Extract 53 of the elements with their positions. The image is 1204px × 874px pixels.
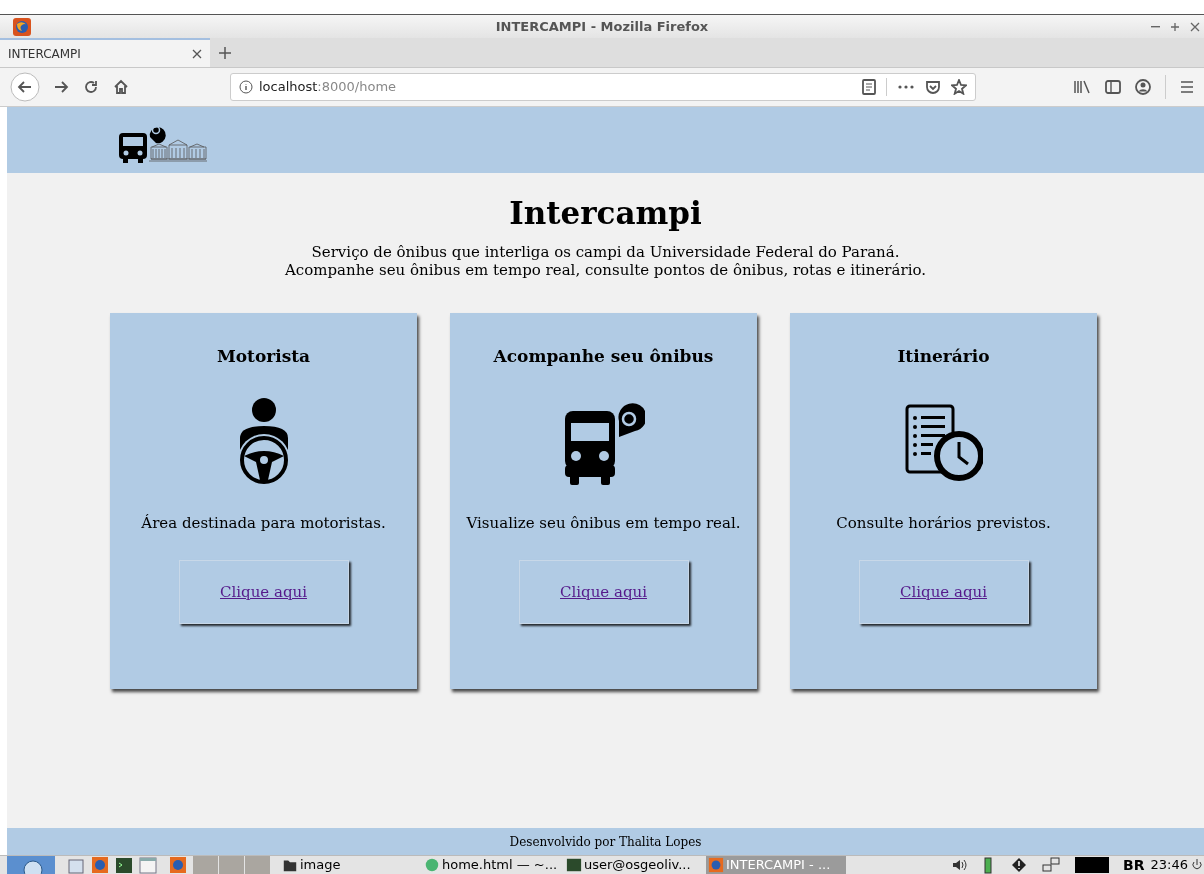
home-button[interactable]	[112, 78, 130, 96]
info-icon	[239, 80, 253, 94]
volume-icon	[951, 857, 970, 873]
tray-indicator	[1075, 857, 1110, 873]
bookmark-star-icon[interactable]	[951, 79, 967, 95]
close-button[interactable]	[1190, 21, 1200, 32]
taskbar-button[interactable]: user@osgeoliv...	[564, 856, 704, 874]
schedule-clock-icon	[904, 403, 983, 482]
reader-view-icon[interactable]	[862, 79, 876, 95]
page-heading: Intercampi	[508, 194, 703, 233]
card-description: Área destinada para motoristas.	[141, 512, 386, 534]
menu-icon[interactable]	[1180, 81, 1194, 93]
firefox-icon	[13, 17, 31, 36]
minimize-button[interactable]	[1151, 25, 1160, 28]
firefox-icon[interactable]	[91, 856, 109, 874]
back-button[interactable]	[10, 72, 40, 102]
warning-icon	[1011, 857, 1028, 873]
terminal-icon[interactable]	[115, 856, 133, 874]
card-link-button[interactable]: Clique aqui	[178, 560, 349, 624]
reload-button[interactable]	[82, 78, 100, 96]
firefox-icon	[708, 857, 724, 873]
taskbar-button[interactable]: image	[280, 856, 420, 874]
address-bar[interactable]: localhost:8000/home	[230, 73, 976, 101]
card-title: Itinerário	[897, 345, 990, 368]
more-icon[interactable]	[897, 84, 915, 90]
card-description: Consulte horários previstos.	[836, 512, 1051, 534]
account-icon[interactable]	[1135, 79, 1151, 95]
power-icon[interactable]	[1192, 858, 1202, 872]
tab-label: INTERCAMPI	[8, 45, 82, 63]
terminal-icon	[566, 857, 582, 873]
card-link-button[interactable]: Clique aqui	[858, 560, 1029, 624]
keyboard-layout[interactable]: BR	[1123, 856, 1145, 874]
pocket-icon[interactable]	[925, 79, 941, 95]
sidebar-icon[interactable]	[1105, 80, 1121, 94]
card-description: Visualize seu ônibus em tempo real.	[466, 512, 741, 534]
footer-text: Desenvolvido por Thalita Lopes	[509, 833, 702, 851]
card-title: Acompanhe seu ônibus	[493, 345, 714, 368]
firefox-icon[interactable]	[169, 856, 187, 874]
library-icon[interactable]	[1073, 79, 1091, 95]
taskbar-button[interactable]: home.html — ~...	[422, 856, 562, 874]
clock: 23:46	[1150, 856, 1188, 874]
url-text: localhost:8000/home	[259, 78, 397, 97]
network-icon	[1041, 857, 1062, 873]
intro-text: Serviço de ônibus que interliga os campi da Universidade Federal do Paraná.	[311, 243, 900, 261]
tab-close-button[interactable]	[192, 48, 202, 59]
card-title: Motorista	[216, 345, 311, 368]
card-link-button[interactable]: Clique aqui	[518, 560, 689, 624]
maximize-button[interactable]	[1170, 21, 1180, 32]
new-tab-button[interactable]	[218, 45, 232, 60]
start-menu-button[interactable]	[7, 856, 55, 874]
intro-text: Acompanhe seu ônibus em tempo real, consulte pontos de ônibus, rotas e itinerário.	[285, 261, 926, 279]
window-title: INTERCAMPI - Mozilla Firefox	[495, 17, 709, 36]
browser-tab[interactable]: INTERCAMPI	[0, 38, 210, 67]
